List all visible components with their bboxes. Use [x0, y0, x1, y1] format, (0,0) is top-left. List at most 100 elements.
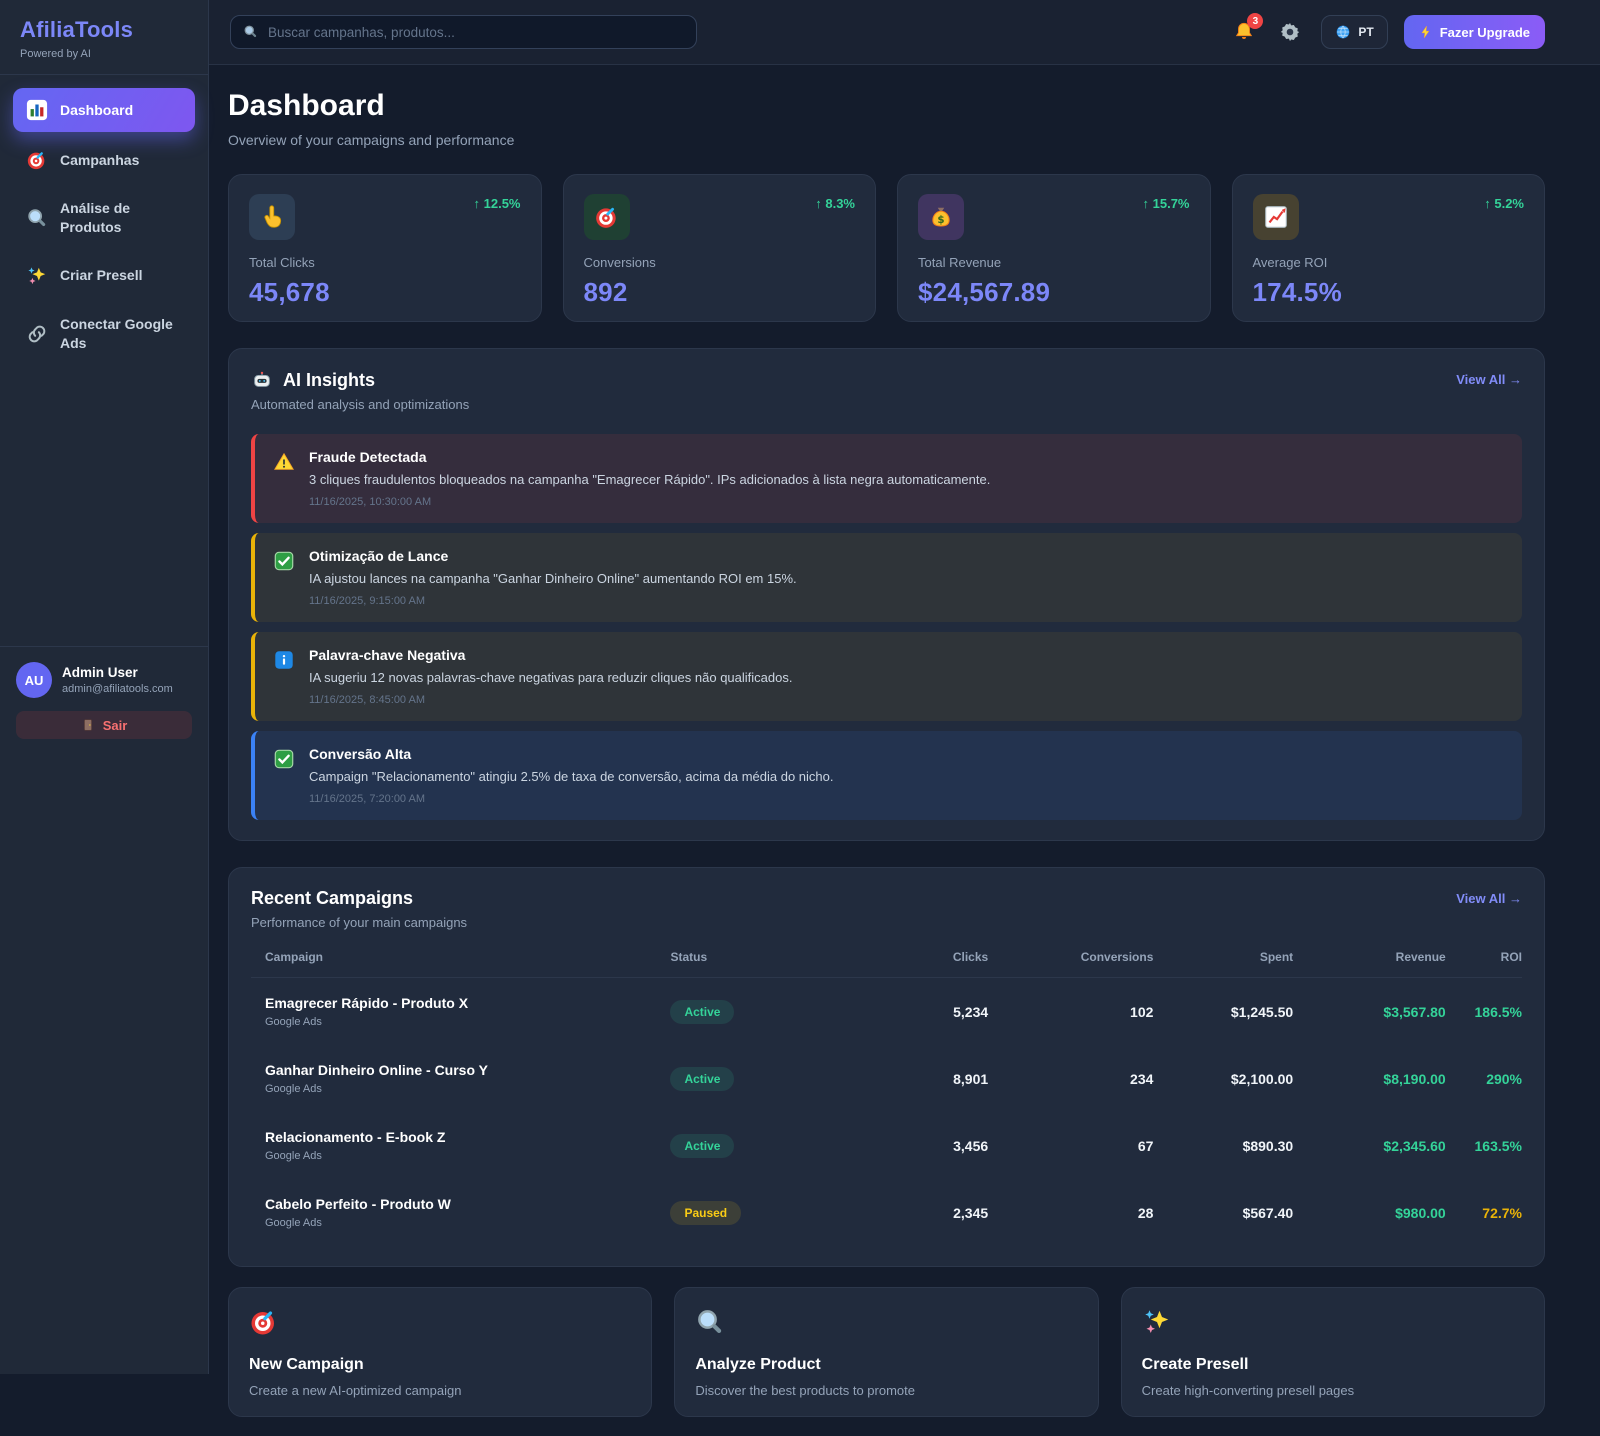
moneybag-icon: $ [928, 204, 954, 230]
sidebar-item-criar-presell[interactable]: Criar Presell [13, 254, 195, 298]
alert-description: IA ajustou lances na campanha "Ganhar Di… [309, 571, 797, 586]
target-icon [249, 1307, 279, 1337]
campaign-platform: Google Ads [265, 1083, 670, 1095]
alert-title: Otimização de Lance [309, 548, 797, 564]
column-header-campaign: Campaign [251, 950, 670, 978]
conversions-cell: 234 [988, 1045, 1153, 1112]
column-header-revenue: Revenue [1293, 950, 1446, 978]
stat-label: Conversions [584, 255, 856, 270]
sidebar-nav: Dashboard Campanhas Análise de Produtos Cri… [0, 75, 208, 377]
user-name: Admin User [62, 665, 173, 680]
stats-grid: ↑ 12.5%Total Clicks45,678↑ 8.3%Conversio… [228, 174, 1545, 322]
stat-value: 45,678 [249, 277, 521, 308]
topbar-actions: 3 PT Fazer Upgrade [1229, 15, 1545, 49]
check-icon [273, 550, 295, 572]
language-button[interactable]: PT [1321, 15, 1387, 49]
ai-insights-panel: AI Insights Automated analysis and optim… [228, 348, 1545, 841]
action-title: Analyze Product [695, 1356, 1077, 1374]
campaign-name: Emagrecer Rápido - Produto X [265, 995, 670, 1011]
insight-alert-palavra-chave-negativa: Palavra-chave NegativaIA sugeriu 12 nova… [251, 632, 1522, 721]
conversions-cell: 102 [988, 978, 1153, 1046]
stat-value: 174.5% [1253, 277, 1525, 308]
page-title: Dashboard [228, 89, 1545, 123]
campaigns-table: CampaignStatusClicksConversionsSpentReve… [251, 950, 1522, 1246]
insights-subtitle: Automated analysis and optimizations [251, 397, 469, 412]
action-card-analyze-product[interactable]: Analyze ProductDiscover the best product… [674, 1287, 1098, 1417]
sidebar-item-analise-de-produtos[interactable]: Análise de Produtos [13, 188, 195, 248]
sidebar-item-dashboard[interactable]: Dashboard [13, 88, 195, 132]
check-icon [273, 748, 295, 770]
clicks-cell: 2,345 [848, 1179, 988, 1246]
stat-icon-box [1253, 194, 1299, 240]
sidebar-item-label: Conectar Google Ads [60, 315, 182, 353]
upgrade-button[interactable]: Fazer Upgrade [1404, 15, 1545, 49]
insight-alert-otimizacao-de-lance: Otimização de Lance IA ajustou lances na … [251, 533, 1522, 622]
insights-title: AI Insights [283, 370, 375, 391]
campaigns-view-all-link[interactable]: View All → [1456, 888, 1522, 906]
insight-alert-fraude-detectada: Fraude Detectada3 cliques fraudulentos b… [251, 434, 1522, 523]
column-header-spent: Spent [1153, 950, 1293, 978]
sidebar-item-conectar-google-ads[interactable]: Conectar Google Ads [13, 304, 195, 364]
revenue-cell: $8,190.00 [1293, 1045, 1446, 1112]
campaign-platform: Google Ads [265, 1016, 670, 1028]
column-header-conversions: Conversions [988, 950, 1153, 978]
action-title: Create Presell [1142, 1356, 1524, 1374]
sidebar-item-campanhas[interactable]: Campanhas [13, 138, 195, 182]
sparkles-icon [26, 265, 48, 287]
stat-label: Total Revenue [918, 255, 1190, 270]
status-badge: Active [670, 1067, 734, 1091]
stat-label: Total Clicks [249, 255, 521, 270]
stat-change-badge: ↑ 15.7% [1143, 196, 1190, 211]
stat-value: 892 [584, 277, 856, 308]
spent-cell: $567.40 [1153, 1179, 1293, 1246]
campaign-name: Relacionamento - E-book Z [265, 1129, 670, 1145]
magnifier-icon [695, 1307, 725, 1337]
insights-alert-list: Fraude Detectada3 cliques fraudulentos b… [251, 434, 1522, 820]
column-header-roi: ROI [1446, 950, 1522, 978]
logo-box: AfiliaTools Powered by AI [0, 0, 208, 75]
page-subtitle: Overview of your campaigns and performan… [228, 132, 1545, 148]
conversions-cell: 67 [988, 1112, 1153, 1179]
svg-text:$: $ [937, 214, 944, 226]
logout-button[interactable]: Sair [16, 711, 192, 739]
stat-card-total-clicks: ↑ 12.5%Total Clicks45,678 [228, 174, 542, 322]
campaign-row-emagrecer-rapido-produto-x: Emagrecer Rápido - Produto X Google AdsAc… [251, 978, 1522, 1046]
search-input[interactable] [230, 15, 697, 49]
insights-view-all-link[interactable]: View All → [1456, 369, 1522, 387]
spent-cell: $2,100.00 [1153, 1045, 1293, 1112]
campaign-platform: Google Ads [265, 1217, 670, 1229]
roi-cell: 290% [1446, 1045, 1522, 1112]
info-icon [273, 649, 295, 671]
search-wrap [230, 15, 697, 49]
stat-icon-box: $ [918, 194, 964, 240]
action-card-create-presell[interactable]: Create PresellCreate high-converting pre… [1121, 1287, 1545, 1417]
link-icon [26, 323, 48, 345]
stat-card-conversions: ↑ 8.3%Conversions892 [563, 174, 877, 322]
sidebar-item-label: Criar Presell [60, 266, 143, 285]
user-email: admin@afiliatools.com [62, 683, 173, 695]
robot-icon [251, 369, 273, 391]
column-header-status: Status [670, 950, 848, 978]
sidebar-item-label: Dashboard [60, 101, 133, 120]
content: Dashboard Overview of your campaigns and… [209, 65, 1600, 1436]
warning-icon [273, 451, 295, 473]
status-badge: Paused [670, 1201, 741, 1225]
upgrade-label: Fazer Upgrade [1440, 25, 1530, 40]
alert-title: Fraude Detectada [309, 449, 990, 465]
stat-value: $24,567.89 [918, 277, 1190, 308]
notifications-button[interactable]: 3 [1229, 17, 1259, 47]
status-badge: Active [670, 1000, 734, 1024]
sidebar: AfiliaTools Powered by AI Dashboard Campa… [0, 0, 209, 1374]
app-logo: AfiliaTools [20, 17, 188, 43]
table-body: Emagrecer Rápido - Produto XGoogle AdsAc… [251, 978, 1522, 1247]
campaign-name: Ganhar Dinheiro Online - Curso Y [265, 1062, 670, 1078]
action-card-new-campaign[interactable]: New CampaignCreate a new AI-optimized ca… [228, 1287, 652, 1417]
alert-title: Conversão Alta [309, 746, 834, 762]
main-column: 3 PT Fazer Upgrade Dashboard Overview of… [209, 0, 1600, 1374]
bolt-icon [1419, 25, 1433, 39]
campaign-row-ganhar-dinheiro-online-curso-y: Ganhar Dinheiro Online - Curso Y Google A… [251, 1045, 1522, 1112]
settings-button[interactable] [1275, 17, 1305, 47]
gear-icon [1279, 21, 1301, 43]
recent-campaigns-panel: Recent Campaigns Performance of your mai… [228, 867, 1545, 1267]
logout-label: Sair [103, 718, 128, 733]
